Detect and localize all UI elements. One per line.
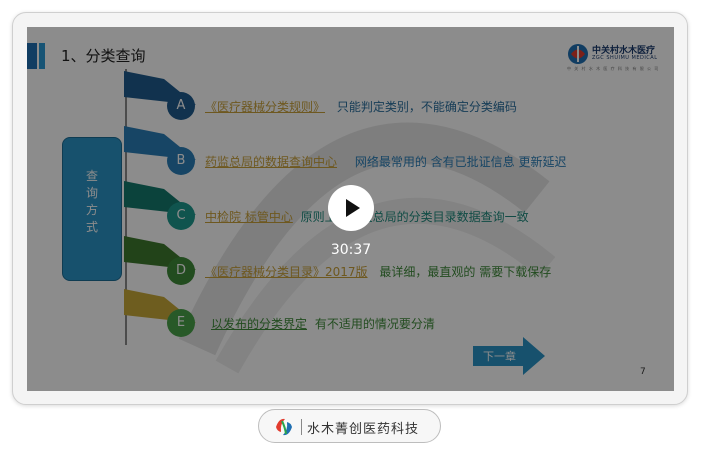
video-player[interactable]: 1、分类查询 中关村水木医疗 ZGC SHUIMU MEDICAL 中 关 村 … — [27, 27, 674, 391]
brand-divider — [301, 419, 302, 435]
video-duration: 30:37 — [330, 242, 372, 258]
brand-badge[interactable]: 水木菁创医药科技 — [258, 409, 441, 443]
brand-label: 水木菁创医药科技 — [307, 422, 420, 437]
play-button[interactable] — [328, 185, 374, 231]
play-icon — [346, 199, 360, 217]
brand-logo-icon — [276, 418, 292, 436]
